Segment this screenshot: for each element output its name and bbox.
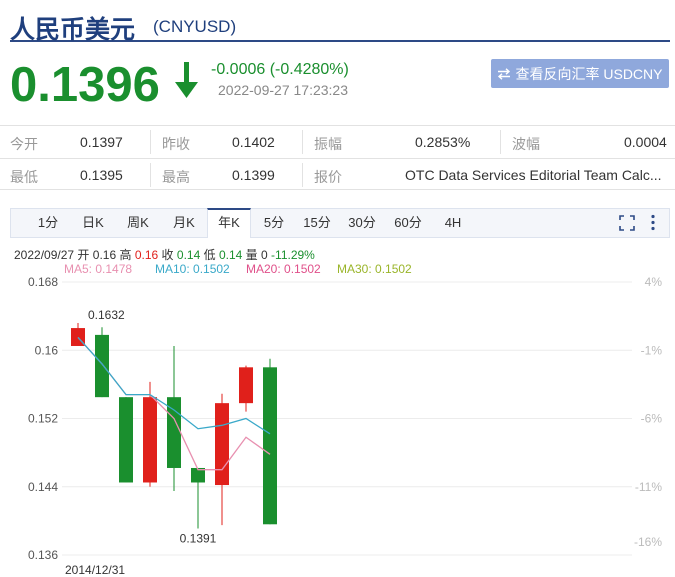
low-annotation: 0.1391 xyxy=(180,532,217,546)
right-tick-label: -1% xyxy=(641,343,663,357)
stat-value: 0.1395 xyxy=(80,167,123,183)
y-tick-label: 0.168 xyxy=(28,275,58,289)
title-row: 人民币美元 (CNYUSD) xyxy=(10,8,670,44)
price-change: -0.0006 (-0.4280%) xyxy=(211,61,349,78)
page-title: 人民币美元 xyxy=(10,15,136,44)
info-low: 0.14 xyxy=(218,248,243,262)
right-tick-label: -16% xyxy=(634,535,662,549)
tab-60min[interactable]: 60分 xyxy=(385,209,431,237)
reverse-rate-label: 查看反向汇率 USDCNY xyxy=(515,65,663,82)
tab-year[interactable]: 年K xyxy=(207,208,251,238)
y-tick-label: 0.136 xyxy=(28,548,58,562)
info-vol-label: 量 xyxy=(245,248,258,262)
info-date: 2022/09/27 xyxy=(14,248,75,262)
candle-info: 2022/09/27 开 0.16 高 0.16 收 0.14 低 0.14 量… xyxy=(14,246,315,263)
candle-body xyxy=(167,397,181,468)
quote-row: 最低 0.1395 最高 0.1399 报价 OTC Data Services… xyxy=(0,158,675,190)
stat-label: 今开 xyxy=(10,136,38,152)
stat-value: 0.0004 xyxy=(624,134,667,150)
stat-label: 最高 xyxy=(162,169,190,185)
more-options-icon[interactable] xyxy=(650,214,656,232)
stat-value: 0.1397 xyxy=(80,134,123,150)
right-tick-label: -6% xyxy=(641,412,663,426)
candle-body xyxy=(143,397,157,483)
info-open: 0.16 xyxy=(92,248,117,262)
tab-4h[interactable]: 4H xyxy=(433,209,473,237)
tab-month[interactable]: 月K xyxy=(161,209,207,237)
right-tick-label: -11% xyxy=(635,480,662,494)
info-high: 0.16 xyxy=(134,248,159,262)
tab-1min[interactable]: 1分 xyxy=(25,209,71,237)
info-close: 0.14 xyxy=(176,248,201,262)
y-tick-label: 0.144 xyxy=(28,480,58,494)
tab-5min[interactable]: 5分 xyxy=(253,209,295,237)
stat-label: 昨收 xyxy=(162,136,190,152)
x-axis-label: 2014/12/31 xyxy=(65,563,125,577)
tab-15min[interactable]: 15分 xyxy=(295,209,339,237)
stat-label: 报价 xyxy=(314,169,342,185)
stat-label: 振幅 xyxy=(314,136,342,152)
info-high-label: 高 xyxy=(119,248,132,262)
candle-body xyxy=(119,397,133,483)
info-close-label: 收 xyxy=(161,248,174,262)
quote-row: 今开 0.1397 昨收 0.1402 振幅 0.2853% 波幅 0.0004 xyxy=(0,125,675,157)
tab-day[interactable]: 日K xyxy=(71,209,115,237)
info-change: -11.29% xyxy=(271,248,315,262)
y-tick-label: 0.152 xyxy=(28,412,58,426)
stat-value: 0.1402 xyxy=(232,134,275,150)
down-arrow-icon xyxy=(175,62,198,98)
reverse-rate-button[interactable]: 查看反向汇率 USDCNY xyxy=(491,59,669,88)
stat-value: OTC Data Services Editorial Team Calc... xyxy=(405,167,662,183)
current-price: 0.1396 xyxy=(10,58,160,112)
right-tick-label: 4% xyxy=(645,275,663,289)
currency-code: (CNYUSD) xyxy=(153,17,237,36)
info-vol: 0 xyxy=(261,248,268,262)
period-tabs: 1分 日K 周K 月K 年K 5分 15分 30分 60分 4H xyxy=(10,208,670,238)
candle-body xyxy=(215,403,229,486)
high-annotation: 0.1632 xyxy=(88,308,125,322)
swap-icon xyxy=(498,67,511,80)
quote-time: 2022-09-27 17:23:23 xyxy=(218,82,348,98)
y-tick-label: 0.16 xyxy=(35,343,59,357)
stat-value: 0.2853% xyxy=(415,134,471,150)
candle-body xyxy=(95,334,109,398)
info-open-label: 开 xyxy=(77,248,90,262)
tab-week[interactable]: 周K xyxy=(115,209,161,237)
tab-30min[interactable]: 30分 xyxy=(339,209,385,237)
fullscreen-icon[interactable] xyxy=(619,215,635,231)
candle-body xyxy=(239,367,253,404)
stat-label: 最低 xyxy=(10,169,38,185)
candlestick-chart: 0.168 0.16 0.152 0.144 0.136 4% -1% -6% -11% -16%… xyxy=(28,275,663,577)
stat-value: 0.1399 xyxy=(232,167,275,183)
candle-body xyxy=(263,367,277,525)
stat-label: 波幅 xyxy=(512,136,540,152)
info-low-label: 低 xyxy=(203,248,216,262)
